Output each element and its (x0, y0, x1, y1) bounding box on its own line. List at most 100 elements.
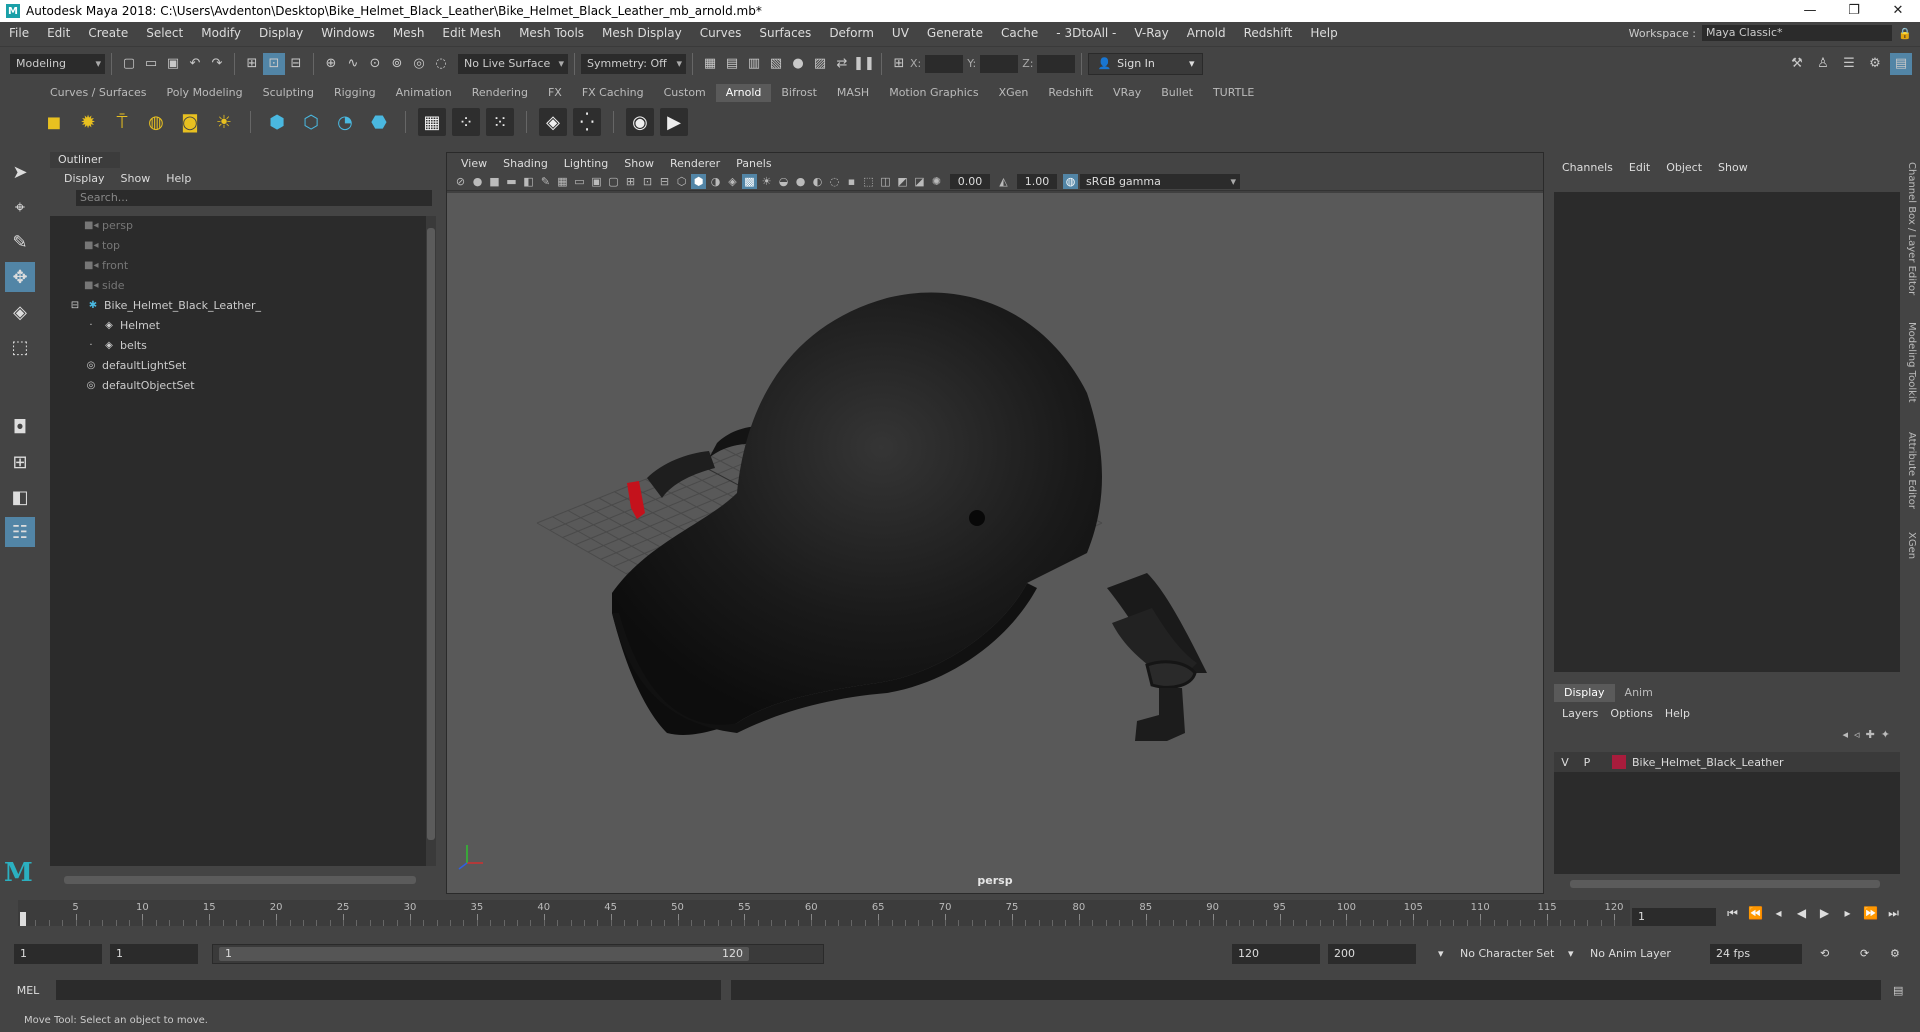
safe-action-icon[interactable]: ⊡ (640, 174, 655, 189)
character-controls-icon[interactable]: ♙ (1812, 53, 1834, 75)
field-chart-icon[interactable]: ⊞ (623, 174, 638, 189)
light-portal-icon[interactable]: ◙ (176, 108, 204, 136)
shelf-tab-xgen[interactable]: XGen (989, 84, 1039, 102)
layer-menu-layers[interactable]: Layers (1556, 707, 1604, 720)
area-light-icon[interactable]: ◼ (40, 108, 68, 136)
gamma-icon[interactable]: ◭ (996, 174, 1011, 189)
outliner-menu-display[interactable]: Display (56, 172, 113, 185)
shelf-tab-vray[interactable]: VRay (1103, 84, 1151, 102)
menu-edit-mesh[interactable]: Edit Mesh (433, 26, 510, 40)
grid-toggle-icon[interactable]: ▦ (555, 174, 570, 189)
shelf-tab-animation[interactable]: Animation (386, 84, 462, 102)
select-tool-icon[interactable]: ➤ (5, 157, 35, 187)
snap-point-icon[interactable]: ⊙ (364, 53, 386, 75)
go-to-end-icon[interactable]: ⏭ (1883, 906, 1904, 921)
menu-create[interactable]: Create (79, 26, 137, 40)
layer-tab-anim[interactable]: Anim (1615, 684, 1663, 702)
pause-icon[interactable]: ❚❚ (853, 53, 875, 75)
select-component-icon[interactable]: ⊟ (285, 53, 307, 75)
step-forward-key-icon[interactable]: ⏩ (1860, 906, 1881, 921)
menu-set-dropdown[interactable]: Modeling (10, 53, 105, 74)
use-all-lights-icon[interactable]: ☀ (759, 174, 774, 189)
channel-menu-object[interactable]: Object (1658, 161, 1710, 174)
exposure-field[interactable]: 0.00 (950, 174, 990, 189)
scale-tool-icon[interactable]: ⬚ (5, 332, 35, 362)
current-frame-field[interactable]: 1 (1632, 908, 1716, 926)
menu-display[interactable]: Display (250, 26, 312, 40)
snap-curve-icon[interactable]: ∿ (342, 53, 364, 75)
camera-attributes-icon[interactable]: ● (470, 174, 485, 189)
ambient-occlusion-icon[interactable]: ● (793, 174, 808, 189)
symmetry-dropdown[interactable]: Symmetry: Off (581, 53, 686, 74)
tab-channel-box[interactable]: Channel Box / Layer Editor (1906, 162, 1917, 295)
y-field[interactable] (980, 54, 1019, 73)
menu-uv[interactable]: UV (883, 26, 918, 40)
animation-preferences-icon[interactable]: ⚙ (1890, 944, 1900, 964)
volume-icon[interactable]: ◔ (331, 108, 359, 136)
shelf-tab-curves-surfaces[interactable]: Curves / Surfaces (40, 84, 157, 102)
flush-caches-icon[interactable]: ⁘ (452, 108, 480, 136)
viewport-menu-lighting[interactable]: Lighting (556, 157, 616, 170)
shelf-tab-turtle[interactable]: TURTLE (1203, 84, 1264, 102)
depth-of-field-icon[interactable]: ▪ (844, 174, 859, 189)
move-layer-up-icon[interactable]: ◂ (1843, 728, 1849, 741)
render-frame-icon[interactable]: ▤ (721, 53, 743, 75)
menu-redshift[interactable]: Redshift (1235, 26, 1302, 40)
photometric-light-icon[interactable]: ⍑ (108, 108, 136, 136)
color-management-icon[interactable]: ◍ (1063, 174, 1078, 189)
outliner-item-belts[interactable]: · ◈ belts (50, 336, 430, 356)
menu-mesh-tools[interactable]: Mesh Tools (510, 26, 593, 40)
bookmarks-icon[interactable]: ■ (487, 174, 502, 189)
menu-select[interactable]: Select (137, 26, 192, 40)
mesh-light-icon[interactable]: ✹ (74, 108, 102, 136)
select-object-icon[interactable]: ⊡ (263, 52, 285, 75)
scene-end-field[interactable]: 200 (1328, 944, 1416, 964)
anim-layer-dropdown-icon[interactable]: ▾ (1568, 944, 1574, 964)
menu-arnold[interactable]: Arnold (1178, 26, 1235, 40)
undo-icon[interactable]: ↶ (184, 53, 206, 75)
layer-visibility-toggle[interactable]: V (1554, 756, 1576, 769)
menu-generate[interactable]: Generate (918, 26, 992, 40)
image-plane-icon[interactable]: ▬ (504, 174, 519, 189)
snap-grid-icon[interactable]: ⊕ (320, 53, 342, 75)
shelf-tab-motion-graphics[interactable]: Motion Graphics (879, 84, 988, 102)
exposure-icon[interactable]: ✺ (929, 174, 944, 189)
resolution-gate-icon[interactable]: ▣ (589, 174, 604, 189)
minimize-icon[interactable]: — (1788, 0, 1832, 22)
menu-mesh[interactable]: Mesh (384, 26, 434, 40)
time-slider[interactable]: 5 10 15 20 25 30 35 40 45 50 55 60 65 70 75 80 85 90 95 100… (18, 898, 1630, 928)
paint-select-tool-icon[interactable]: ✎ (5, 227, 35, 257)
channel-box-icon[interactable]: ▤ (1890, 52, 1912, 75)
texture-manager-icon[interactable]: ▦ (418, 108, 446, 136)
rotate-tool-icon[interactable]: ◈ (5, 297, 35, 327)
shelf-tab-sculpting[interactable]: Sculpting (253, 84, 324, 102)
shadows-icon[interactable]: ◒ (776, 174, 791, 189)
snap-surface-icon[interactable]: ◎ (408, 53, 430, 75)
shading-options-icon[interactable]: ⁛ (573, 108, 601, 136)
menu-3dtoall[interactable]: - 3DtoAll - (1047, 26, 1125, 40)
film-gate-icon[interactable]: ▭ (572, 174, 587, 189)
snap-view-icon[interactable]: ⊚ (386, 53, 408, 75)
viewport-menu-panels[interactable]: Panels (728, 157, 779, 170)
four-view-layout-icon[interactable]: ⊞ (5, 447, 35, 477)
color-space-dropdown[interactable]: sRGB gamma (1080, 174, 1240, 189)
command-language-label[interactable]: MEL (0, 984, 56, 997)
time-slider-track[interactable]: 5 10 15 20 25 30 35 40 45 50 55 60 65 70 75 80 85 90 95 100… (18, 900, 1630, 926)
standin-icon[interactable]: ⬢ (263, 108, 291, 136)
select-hierarchy-icon[interactable]: ⊞ (241, 53, 263, 75)
transform-mode-icon[interactable]: ⊞ (888, 53, 910, 75)
script-editor-icon[interactable]: ▤ (1893, 984, 1903, 997)
create-curve-collector-icon[interactable]: ⬣ (365, 108, 393, 136)
collapse-icon[interactable]: ⊟ (68, 296, 82, 316)
range-handle[interactable]: 1 120 (219, 947, 749, 961)
shelf-tab-custom[interactable]: Custom (654, 84, 716, 102)
outliner-item-side[interactable]: ■◂ side (50, 276, 430, 296)
viewport-menu-shading[interactable]: Shading (495, 157, 556, 170)
outliner-item-persp[interactable]: ■◂ persp (50, 216, 430, 236)
channel-menu-edit[interactable]: Edit (1621, 161, 1658, 174)
fps-dropdown[interactable]: 24 fps (1710, 944, 1802, 964)
menu-windows[interactable]: Windows (312, 26, 384, 40)
xray-joints-icon[interactable]: ◪ (912, 174, 927, 189)
shelf-tab-poly-modeling[interactable]: Poly Modeling (157, 84, 253, 102)
move-tool-icon[interactable]: ✥ (5, 262, 35, 292)
